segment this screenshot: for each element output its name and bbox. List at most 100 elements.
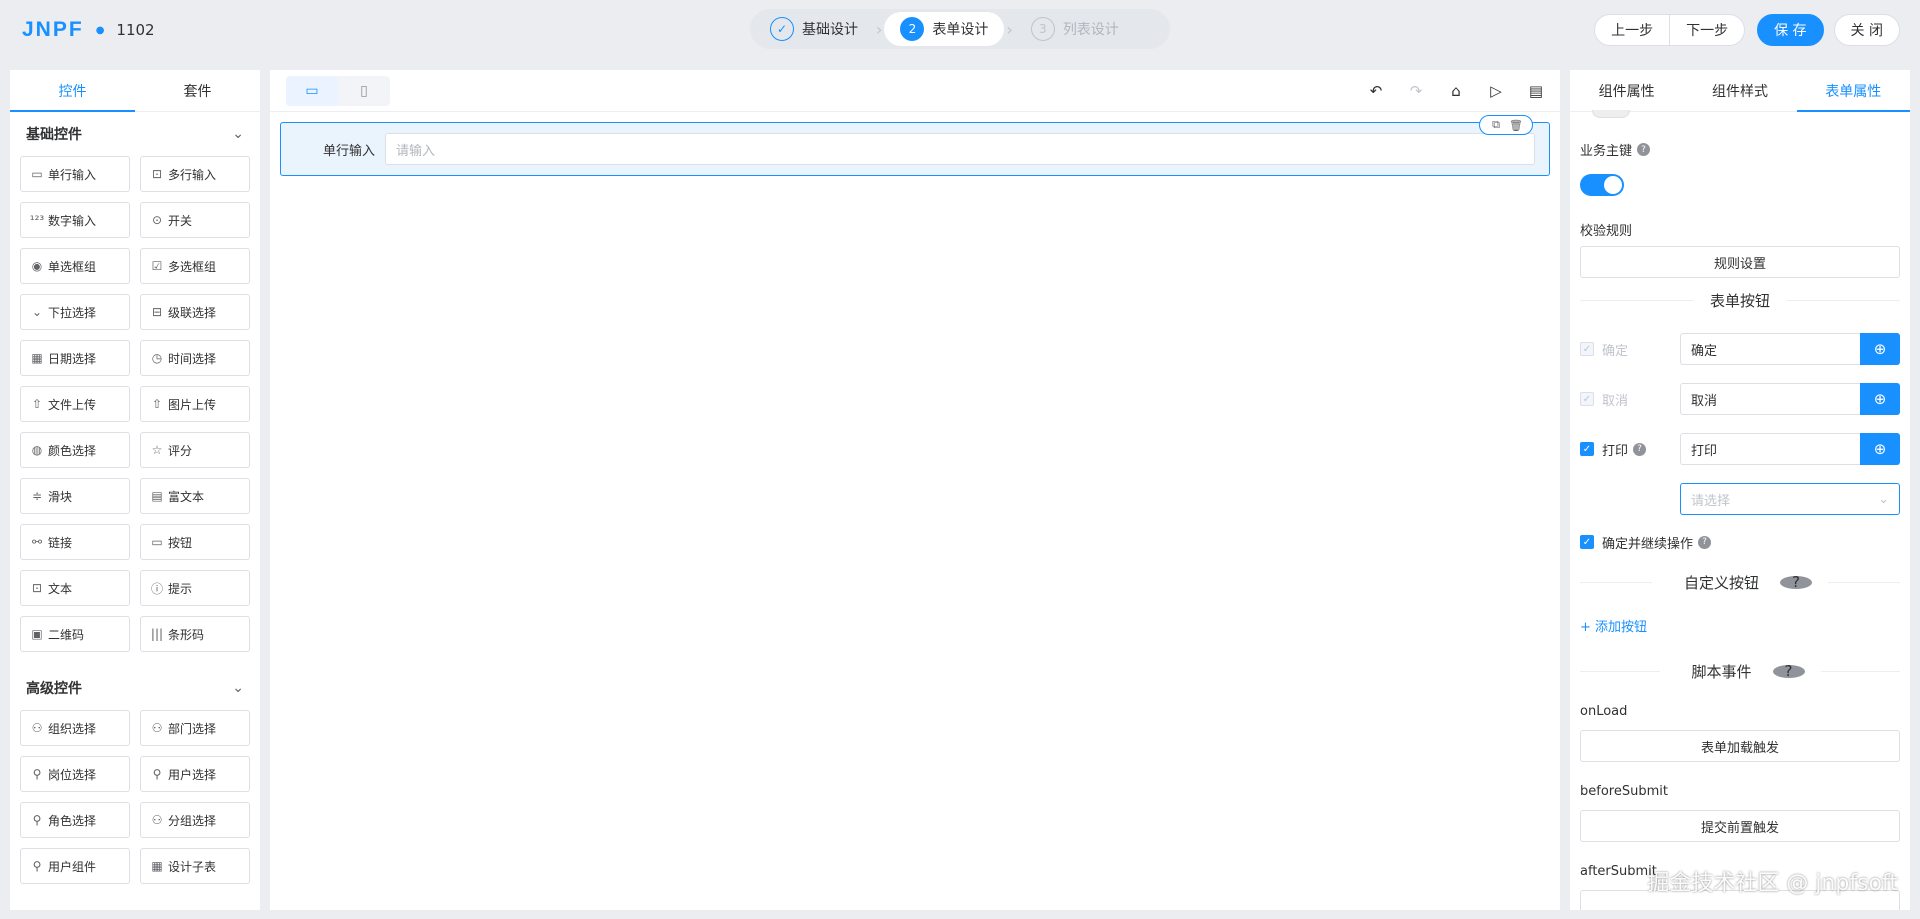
design-canvas: ▭ ▯ ↶ ↷ ⌂ ▷ ▤ 单行输入 请输入 ⧉ 🗑 xyxy=(270,70,1560,910)
save-json-icon[interactable]: ▤ xyxy=(1524,81,1548,101)
component-tabs: 控件 套件 xyxy=(10,70,260,112)
control-item[interactable]: ⇧ 图片上传 xyxy=(140,386,250,422)
control-item[interactable]: ⊟ 级联选择 xyxy=(140,294,250,330)
control-item[interactable]: ⚇ 部门选择 xyxy=(140,710,250,746)
control-item[interactable]: ⓘ 提示 xyxy=(140,570,250,606)
rule-settings-button[interactable]: 规则设置 xyxy=(1580,246,1900,278)
control-item[interactable]: ◷ 时间选择 xyxy=(140,340,250,376)
globe-icon[interactable]: ⊕ xyxy=(1860,383,1900,415)
control-label: 多选框组 xyxy=(168,259,217,274)
help-icon[interactable]: ? xyxy=(1698,535,1712,549)
control-item[interactable]: ⚇ 分组选择 xyxy=(140,802,250,838)
control-item[interactable]: ☆ 评分 xyxy=(140,432,250,468)
continue-checkbox-row[interactable]: ✓ 确定并继续操作? xyxy=(1580,532,1712,552)
control-item[interactable]: ⊡ 文本 xyxy=(20,570,130,606)
before-submit-button[interactable]: 提交前置触发 xyxy=(1580,810,1900,842)
help-icon[interactable]: ? xyxy=(1637,143,1651,156)
step-label: 表单设计 xyxy=(932,22,989,38)
print-checkbox-row[interactable]: ✓ 打印? xyxy=(1580,433,1647,465)
tab-component-style[interactable]: 组件样式 xyxy=(1683,70,1796,111)
control-item[interactable]: ▭ 按钮 xyxy=(140,524,250,560)
control-item[interactable]: ⚲ 用户选择 xyxy=(140,756,250,792)
control-item[interactable]: ⚯ 链接 xyxy=(20,524,130,560)
next-button[interactable]: 下一步 xyxy=(1670,14,1746,46)
control-item[interactable]: ⊙ 开关 xyxy=(140,202,250,238)
advanced-group-header[interactable]: 高级控件 ⌄ xyxy=(10,666,260,710)
tab-component-props[interactable]: 组件属性 xyxy=(1570,70,1683,111)
onload-button[interactable]: 表单加载触发 xyxy=(1580,730,1900,762)
cancel-checkbox-row[interactable]: ✓ 取消 xyxy=(1580,383,1628,415)
control-item[interactable]: ||| 条形码 xyxy=(140,616,250,652)
preview-icon[interactable]: ▷ xyxy=(1484,81,1508,101)
close-button[interactable]: 关 闭 xyxy=(1833,14,1900,46)
step-list[interactable]: 3 列表设计 xyxy=(1015,12,1135,46)
step-basic[interactable]: ✓ 基础设计 xyxy=(754,12,874,46)
help-icon[interactable]: ? xyxy=(1633,442,1647,456)
control-item[interactable]: ▣ 二维码 xyxy=(20,616,130,652)
confirm-text-input[interactable]: 确定 xyxy=(1680,333,1860,365)
copy-icon[interactable]: ⧉ xyxy=(1486,116,1506,134)
control-item[interactable]: ☑ 多选框组 xyxy=(140,248,250,284)
basic-controls: ▭ 单行输入 ⊡ 多行输入 ¹²³ 数字输入 ⊙ 开关 ◉ 单选框组 ☑ 多选框组 ⌄ 下拉选择 ⊟ 级联选择… xyxy=(10,156,260,652)
help-icon[interactable]: ? xyxy=(1780,573,1813,591)
control-item[interactable]: ⚲ 用户组件 xyxy=(20,848,130,884)
control-icon: ⚲ xyxy=(32,813,42,827)
chevron-down-icon: ⌄ xyxy=(232,680,244,696)
undo-icon[interactable]: ↶ xyxy=(1364,81,1388,101)
group-title: 基础控件 xyxy=(26,127,82,143)
tab-controls[interactable]: 控件 xyxy=(10,70,135,112)
control-icon: ▭ xyxy=(31,167,43,181)
control-label: 级联选择 xyxy=(168,305,217,320)
mobile-icon[interactable]: ▯ xyxy=(338,76,390,106)
control-icon: ▣ xyxy=(31,627,43,641)
control-item[interactable]: ⇧ 文件上传 xyxy=(20,386,130,422)
control-item[interactable]: ◉ 单选框组 xyxy=(20,248,130,284)
control-label: 单选框组 xyxy=(48,259,97,274)
control-icon: ⚇ xyxy=(151,721,163,735)
basic-group-header[interactable]: 基础控件 ⌄ xyxy=(10,112,260,156)
control-icon: ▦ xyxy=(31,351,43,365)
cancel-text-input[interactable]: 取消 xyxy=(1680,383,1860,415)
globe-icon[interactable]: ⊕ xyxy=(1860,333,1900,365)
save-button[interactable]: 保 存 xyxy=(1757,14,1824,46)
control-label: 滑块 xyxy=(48,489,73,504)
doc-name: 1102 xyxy=(116,21,155,39)
control-item[interactable]: ◍ 颜色选择 xyxy=(20,432,130,468)
control-item[interactable]: ▭ 单行输入 xyxy=(20,156,130,192)
control-item[interactable]: ⚇ 组织选择 xyxy=(20,710,130,746)
tab-form-props[interactable]: 表单属性 xyxy=(1796,70,1910,112)
control-label: 富文本 xyxy=(168,489,205,504)
control-item[interactable]: ⌄ 下拉选择 xyxy=(20,294,130,330)
tab-kits[interactable]: 套件 xyxy=(135,70,260,111)
control-item[interactable]: ⚲ 岗位选择 xyxy=(20,756,130,792)
control-icon: ||| xyxy=(150,627,164,641)
control-item[interactable]: ▦ 设计子表 xyxy=(140,848,250,884)
form-field-input[interactable]: 单行输入 请输入 ⧉ 🗑 xyxy=(280,115,1550,176)
desktop-icon[interactable]: ▭ xyxy=(286,76,338,106)
prev-button[interactable]: 上一步 xyxy=(1594,14,1671,46)
chevron-right-icon: › xyxy=(1006,19,1013,39)
control-item[interactable]: ▤ 富文本 xyxy=(140,478,250,514)
delete-icon[interactable]: 🗑 xyxy=(1506,116,1526,134)
add-button-link[interactable]: + 添加按钮 xyxy=(1580,616,1647,635)
control-item[interactable]: ⚲ 角色选择 xyxy=(20,802,130,838)
brand: JNPF ● 1102 xyxy=(22,16,155,44)
field-input[interactable]: 请输入 xyxy=(385,133,1535,165)
biz-key-switch[interactable] xyxy=(1580,174,1624,196)
control-item[interactable]: ⊡ 多行输入 xyxy=(140,156,250,192)
clear-icon[interactable]: ⌂ xyxy=(1444,81,1468,101)
checkbox-checked-icon: ✓ xyxy=(1580,442,1594,456)
step-form[interactable]: 2 表单设计 xyxy=(884,12,1005,46)
print-template-select[interactable]: 请选择 ⌄ xyxy=(1680,483,1900,515)
toggle-switch-partial[interactable] xyxy=(1592,110,1630,118)
control-item[interactable]: ≑ 滑块 xyxy=(20,478,130,514)
redo-icon[interactable]: ↷ xyxy=(1404,81,1428,101)
print-text-input[interactable]: 打印 xyxy=(1680,433,1860,465)
control-icon: ⊙ xyxy=(151,213,163,227)
control-item[interactable]: ¹²³ 数字输入 xyxy=(20,202,130,238)
globe-icon[interactable]: ⊕ xyxy=(1860,433,1900,465)
control-icon: ▤ xyxy=(151,489,163,503)
confirm-checkbox-row[interactable]: ✓ 确定 xyxy=(1580,333,1628,365)
control-item[interactable]: ▦ 日期选择 xyxy=(20,340,130,376)
help-icon[interactable]: ? xyxy=(1772,662,1805,680)
